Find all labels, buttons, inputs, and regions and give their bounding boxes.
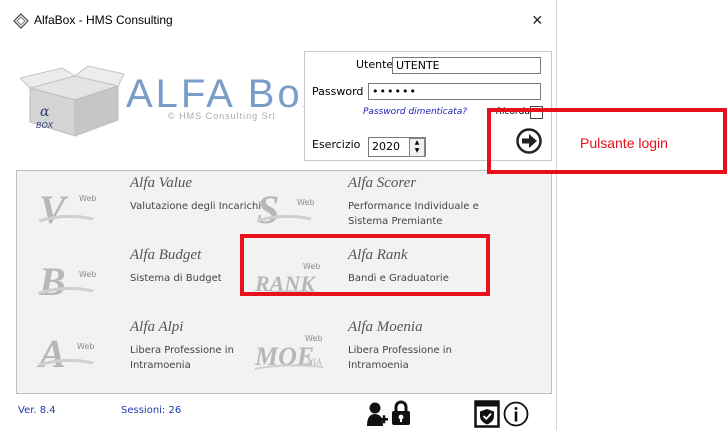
year-label: Esercizio bbox=[312, 138, 361, 151]
alfa-budget-logo-icon: B Web bbox=[38, 259, 96, 301]
svg-text:BOX: BOX bbox=[36, 121, 54, 130]
year-spinner[interactable]: ▲ ▼ bbox=[409, 138, 425, 157]
svg-text:Web: Web bbox=[79, 194, 96, 203]
app-name: Alfa Alpi bbox=[130, 319, 184, 335]
add-user-icon[interactable] bbox=[366, 400, 388, 426]
app-alfa-scorer[interactable]: S Web Alfa Scorer Performance Individual… bbox=[241, 175, 491, 237]
user-label: Utente bbox=[356, 58, 394, 71]
version-label: Ver. 8.4 bbox=[18, 405, 56, 416]
spinner-up-icon[interactable]: ▲ bbox=[410, 139, 424, 147]
svg-text:S: S bbox=[257, 187, 279, 229]
app-name: Alfa Value bbox=[130, 175, 193, 191]
alfa-scorer-logo-icon: S Web bbox=[256, 187, 314, 229]
svg-text:Web: Web bbox=[305, 334, 322, 343]
alfa-value-logo-icon: V Web bbox=[38, 187, 96, 229]
app-alfa-alpi[interactable]: A Web Alfa Alpi Libera Professione in In… bbox=[23, 319, 273, 381]
rank-annotation-box bbox=[240, 234, 490, 296]
password-label: Password bbox=[312, 85, 364, 98]
sessions-label: Sessioni: 26 bbox=[121, 405, 182, 416]
app-alfa-value[interactable]: V Web Alfa Value Valutazione degli Incar… bbox=[23, 175, 273, 237]
password-input[interactable]: •••••• bbox=[368, 83, 541, 100]
svg-text:B: B bbox=[38, 259, 66, 301]
svg-text:Web: Web bbox=[77, 342, 94, 351]
app-diamond-icon bbox=[13, 13, 29, 29]
alfa-alpi-logo-icon: A Web bbox=[36, 331, 94, 373]
forgot-password-link[interactable]: Password dimenticata? bbox=[363, 107, 467, 117]
title-bar: AlfaBox - HMS Consulting × bbox=[0, 0, 556, 42]
lock-icon[interactable] bbox=[391, 400, 411, 426]
user-input[interactable]: UTENTE bbox=[392, 57, 541, 74]
app-name: Alfa Moenia bbox=[348, 319, 423, 335]
alfa-moenia-logo-icon: MOE NIA Web bbox=[254, 334, 324, 371]
window-title: AlfaBox - HMS Consulting bbox=[34, 13, 173, 27]
svg-text:Web: Web bbox=[297, 198, 314, 207]
info-icon[interactable] bbox=[503, 400, 529, 428]
logo-subtitle: © HMS Consulting Srl bbox=[168, 111, 276, 121]
svg-text:A: A bbox=[36, 331, 66, 373]
svg-text:Web: Web bbox=[79, 270, 96, 279]
app-description: Libera Professione in Intramoenia bbox=[348, 345, 452, 371]
alfabox-window: AlfaBox - HMS Consulting × α BOX ALFA Bo… bbox=[0, 0, 557, 430]
app-name: Alfa Scorer bbox=[348, 175, 417, 191]
svg-text:α: α bbox=[40, 104, 50, 120]
login-annotation-label: Pulsante login bbox=[580, 135, 668, 151]
app-alfa-budget[interactable]: B Web Alfa Budget Sistema di Budget bbox=[23, 247, 273, 309]
app-alfa-moenia[interactable]: MOE NIA Web Alfa Moenia Libera Professio… bbox=[241, 319, 491, 381]
app-description: Performance Individuale e Sistema Premia… bbox=[348, 201, 479, 227]
close-button[interactable]: × bbox=[532, 10, 543, 31]
svg-text:V: V bbox=[39, 187, 69, 229]
spinner-down-icon[interactable]: ▼ bbox=[410, 147, 424, 155]
alfabox-logo-icon: α BOX bbox=[20, 65, 125, 137]
app-name: Alfa Budget bbox=[130, 247, 202, 263]
shield-browser-icon[interactable] bbox=[474, 400, 500, 428]
